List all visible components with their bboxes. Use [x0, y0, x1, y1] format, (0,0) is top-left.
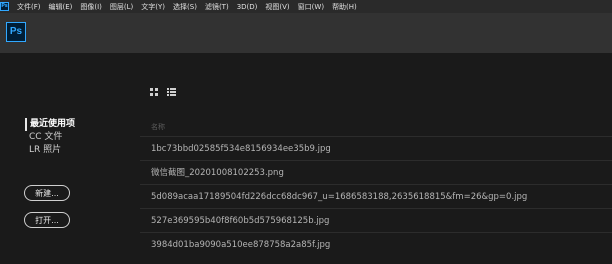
- sidebar-nav: 最近使用项 CC 文件 LR 照片: [25, 118, 75, 157]
- start-sidebar: 最近使用项 CC 文件 LR 照片 新建... 打开...: [0, 53, 140, 264]
- recent-files-list: 名称 1bc73bbd02585f534e8156934ee35b9.jpg 微…: [140, 118, 612, 256]
- menu-filter[interactable]: 滤镜(T): [205, 2, 229, 12]
- menu-layer[interactable]: 图层(L): [110, 2, 133, 12]
- sidebar-item-recent[interactable]: 最近使用项: [25, 118, 75, 131]
- menu-image[interactable]: 图像(I): [80, 2, 102, 12]
- options-bar: Ps: [0, 13, 612, 53]
- file-row[interactable]: 3984d01ba9090a510ee878758a2a85f.jpg: [140, 232, 612, 256]
- column-header-name[interactable]: 名称: [140, 118, 612, 136]
- file-row[interactable]: 1bc73bbd02585f534e8156934ee35b9.jpg: [140, 136, 612, 160]
- menu-edit[interactable]: 编辑(E): [49, 2, 73, 12]
- sidebar-item-cc-files[interactable]: CC 文件: [25, 131, 75, 144]
- photoshop-app-icon[interactable]: Ps: [0, 2, 9, 11]
- list-view-icon[interactable]: [167, 88, 176, 96]
- file-row[interactable]: 527e369595b40f8f60b5d575968125b.jpg: [140, 208, 612, 232]
- menu-type[interactable]: 文字(Y): [141, 2, 165, 12]
- menu-bar: Ps 文件(F) 编辑(E) 图像(I) 图层(L) 文字(Y) 选择(S) 滤…: [0, 0, 612, 13]
- open-button[interactable]: 打开...: [24, 212, 70, 228]
- grid-view-icon[interactable]: [150, 88, 158, 96]
- menu-window[interactable]: 窗口(W): [298, 2, 324, 12]
- menu-file[interactable]: 文件(F): [17, 2, 41, 12]
- menu-view[interactable]: 视图(V): [265, 2, 289, 12]
- new-button[interactable]: 新建...: [24, 185, 70, 201]
- menu-select[interactable]: 选择(S): [173, 2, 197, 12]
- sidebar-item-lr-photos[interactable]: LR 照片: [25, 144, 75, 157]
- file-row[interactable]: 微信截图_20201008102253.png: [140, 160, 612, 184]
- menu-3d[interactable]: 3D(D): [237, 3, 258, 11]
- photoshop-logo[interactable]: Ps: [6, 22, 26, 42]
- file-row[interactable]: 5d089acaa17189504fd226dcc68dc967_u=16865…: [140, 184, 612, 208]
- view-toggle-group: [150, 88, 176, 96]
- menu-help[interactable]: 帮助(H): [332, 2, 357, 12]
